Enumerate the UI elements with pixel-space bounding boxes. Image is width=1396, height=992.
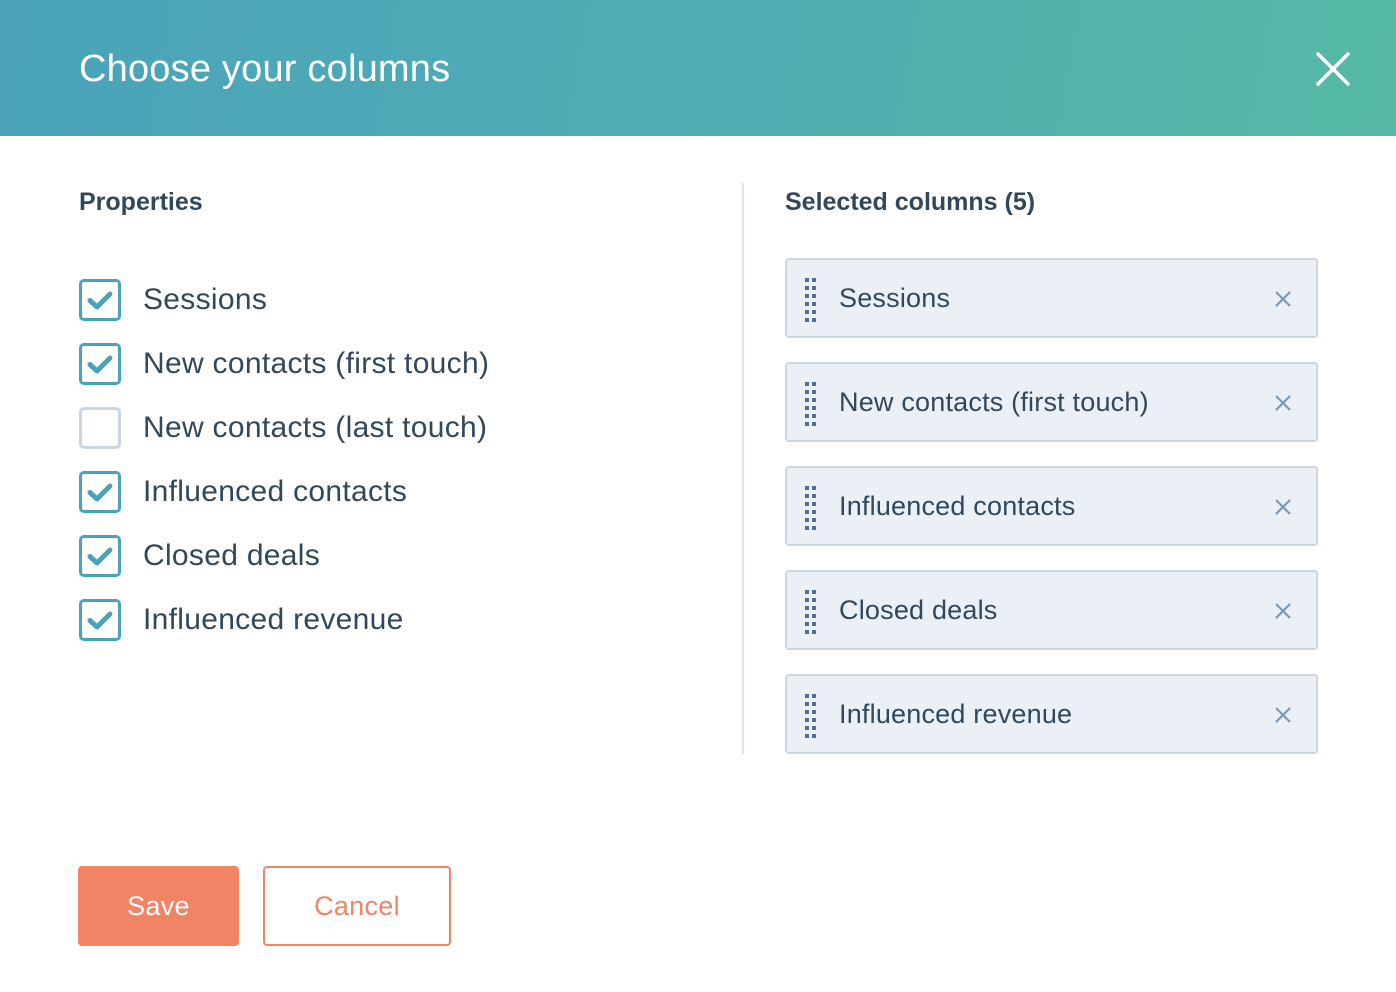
modal-title: Choose your columns [79, 48, 451, 90]
remove-column-button[interactable] [1272, 496, 1294, 518]
remove-icon [1275, 395, 1291, 411]
selected-column-closed-deals[interactable]: Closed deals [785, 570, 1318, 650]
remove-icon [1275, 499, 1291, 515]
checkmark-icon [87, 355, 113, 374]
property-label: Influenced revenue [143, 603, 404, 636]
checkbox-checked[interactable] [79, 535, 121, 577]
close-button[interactable] [1312, 48, 1354, 90]
selected-column-new-contacts-first-touch[interactable]: New contacts (first touch) [785, 362, 1318, 442]
selected-column-label: Sessions [839, 283, 951, 313]
checkmark-icon [87, 611, 113, 630]
selected-column-influenced-revenue[interactable]: Influenced revenue [785, 674, 1318, 754]
selected-column-influenced-contacts[interactable]: Influenced contacts [785, 466, 1318, 546]
remove-column-button[interactable] [1272, 600, 1294, 622]
properties-list: Sessions New contacts (first touch) New … [79, 268, 489, 652]
drag-handle-icon[interactable] [805, 588, 817, 634]
modal-header: Choose your columns [0, 0, 1396, 136]
remove-icon [1275, 603, 1291, 619]
remove-icon [1275, 707, 1291, 723]
property-item-influenced-revenue[interactable]: Influenced revenue [79, 588, 489, 652]
selected-column-label: Influenced contacts [839, 491, 1076, 521]
selected-columns-list: Sessions New contacts (first touch) Infl… [785, 258, 1318, 778]
checkbox-checked[interactable] [79, 279, 121, 321]
column-divider [742, 183, 744, 754]
selected-column-label: Closed deals [839, 595, 998, 625]
selected-columns-heading: Selected columns (5) [785, 188, 1036, 216]
remove-column-button[interactable] [1272, 704, 1294, 726]
checkbox-checked[interactable] [79, 471, 121, 513]
checkmark-icon [87, 291, 113, 310]
drag-handle-icon[interactable] [805, 484, 817, 530]
checkmark-icon [87, 547, 113, 566]
property-item-closed-deals[interactable]: Closed deals [79, 524, 489, 588]
property-item-new-contacts-first-touch[interactable]: New contacts (first touch) [79, 332, 489, 396]
choose-columns-modal: Choose your columns Properties Sessions … [0, 0, 1396, 992]
property-item-influenced-contacts[interactable]: Influenced contacts [79, 460, 489, 524]
property-item-sessions[interactable]: Sessions [79, 268, 489, 332]
property-label: New contacts (last touch) [143, 411, 488, 444]
checkbox-checked[interactable] [79, 599, 121, 641]
property-item-new-contacts-last-touch[interactable]: New contacts (last touch) [79, 396, 489, 460]
property-label: New contacts (first touch) [143, 347, 490, 380]
save-button[interactable]: Save [78, 866, 239, 946]
drag-handle-icon[interactable] [805, 692, 817, 738]
selected-column-label: New contacts (first touch) [839, 387, 1149, 417]
property-label: Sessions [143, 283, 268, 316]
remove-column-button[interactable] [1272, 392, 1294, 414]
property-label: Closed deals [143, 539, 321, 572]
properties-heading: Properties [79, 188, 203, 216]
drag-handle-icon[interactable] [805, 276, 817, 322]
remove-icon [1275, 291, 1291, 307]
close-icon [1316, 52, 1350, 86]
drag-handle-icon[interactable] [805, 380, 817, 426]
checkmark-icon [87, 483, 113, 502]
property-label: Influenced contacts [143, 475, 408, 508]
remove-column-button[interactable] [1272, 288, 1294, 310]
checkbox-unchecked[interactable] [79, 407, 121, 449]
cancel-button[interactable]: Cancel [263, 866, 451, 946]
selected-column-sessions[interactable]: Sessions [785, 258, 1318, 338]
selected-column-label: Influenced revenue [839, 699, 1073, 729]
checkbox-checked[interactable] [79, 343, 121, 385]
